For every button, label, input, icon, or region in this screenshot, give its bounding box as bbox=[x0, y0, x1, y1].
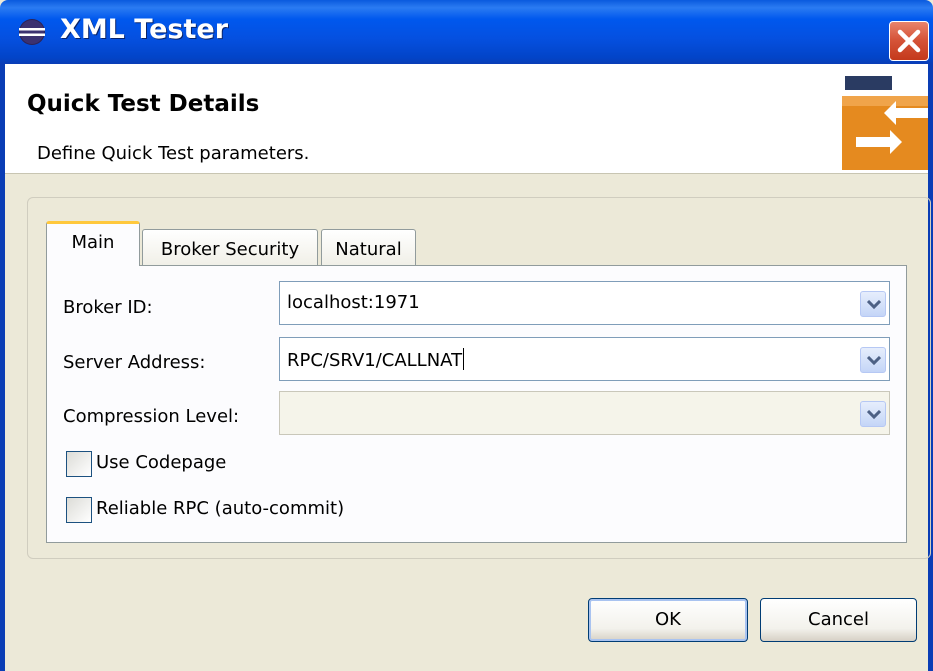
broker-id-combo[interactable]: localhost:1971 bbox=[279, 281, 890, 325]
swap-arrows-icon bbox=[836, 70, 928, 170]
use-codepage-checkbox[interactable] bbox=[66, 451, 92, 477]
broker-id-value: localhost:1971 bbox=[287, 292, 420, 313]
use-codepage-label[interactable]: Use Codepage bbox=[96, 452, 226, 473]
close-icon bbox=[897, 29, 921, 53]
cancel-button[interactable]: Cancel bbox=[760, 598, 917, 642]
reliable-rpc-checkbox[interactable] bbox=[66, 497, 92, 523]
ok-button[interactable]: OK bbox=[588, 598, 748, 642]
tab-broker-security[interactable]: Broker Security bbox=[142, 229, 318, 266]
server-address-value: RPC/SRV1/CALLNAT bbox=[287, 350, 463, 371]
chevron-down-icon bbox=[867, 300, 881, 310]
eclipse-icon bbox=[18, 18, 46, 46]
page-description: Define Quick Test parameters. bbox=[37, 143, 310, 164]
text-cursor bbox=[463, 348, 465, 370]
broker-id-label: Broker ID: bbox=[63, 297, 153, 318]
chevron-down-icon bbox=[867, 410, 881, 420]
compression-level-combo[interactable] bbox=[279, 391, 890, 435]
server-address-label: Server Address: bbox=[63, 352, 206, 373]
broker-id-dropdown-button[interactable] bbox=[860, 291, 886, 317]
window-title: XML Tester bbox=[60, 14, 229, 45]
chevron-down-icon bbox=[867, 356, 881, 366]
page-title: Quick Test Details bbox=[27, 91, 260, 117]
compression-level-dropdown-button[interactable] bbox=[860, 401, 886, 427]
server-address-dropdown-button[interactable] bbox=[860, 347, 886, 373]
compression-level-label: Compression Level: bbox=[63, 406, 240, 427]
server-address-combo[interactable]: RPC/SRV1/CALLNAT bbox=[279, 337, 890, 381]
server-address-value-wrap: RPC/SRV1/CALLNAT bbox=[287, 348, 465, 371]
reliable-rpc-label[interactable]: Reliable RPC (auto-commit) bbox=[96, 498, 344, 519]
tab-natural[interactable]: Natural bbox=[321, 229, 416, 266]
tab-main[interactable]: Main bbox=[46, 221, 140, 266]
close-button[interactable] bbox=[889, 21, 929, 61]
